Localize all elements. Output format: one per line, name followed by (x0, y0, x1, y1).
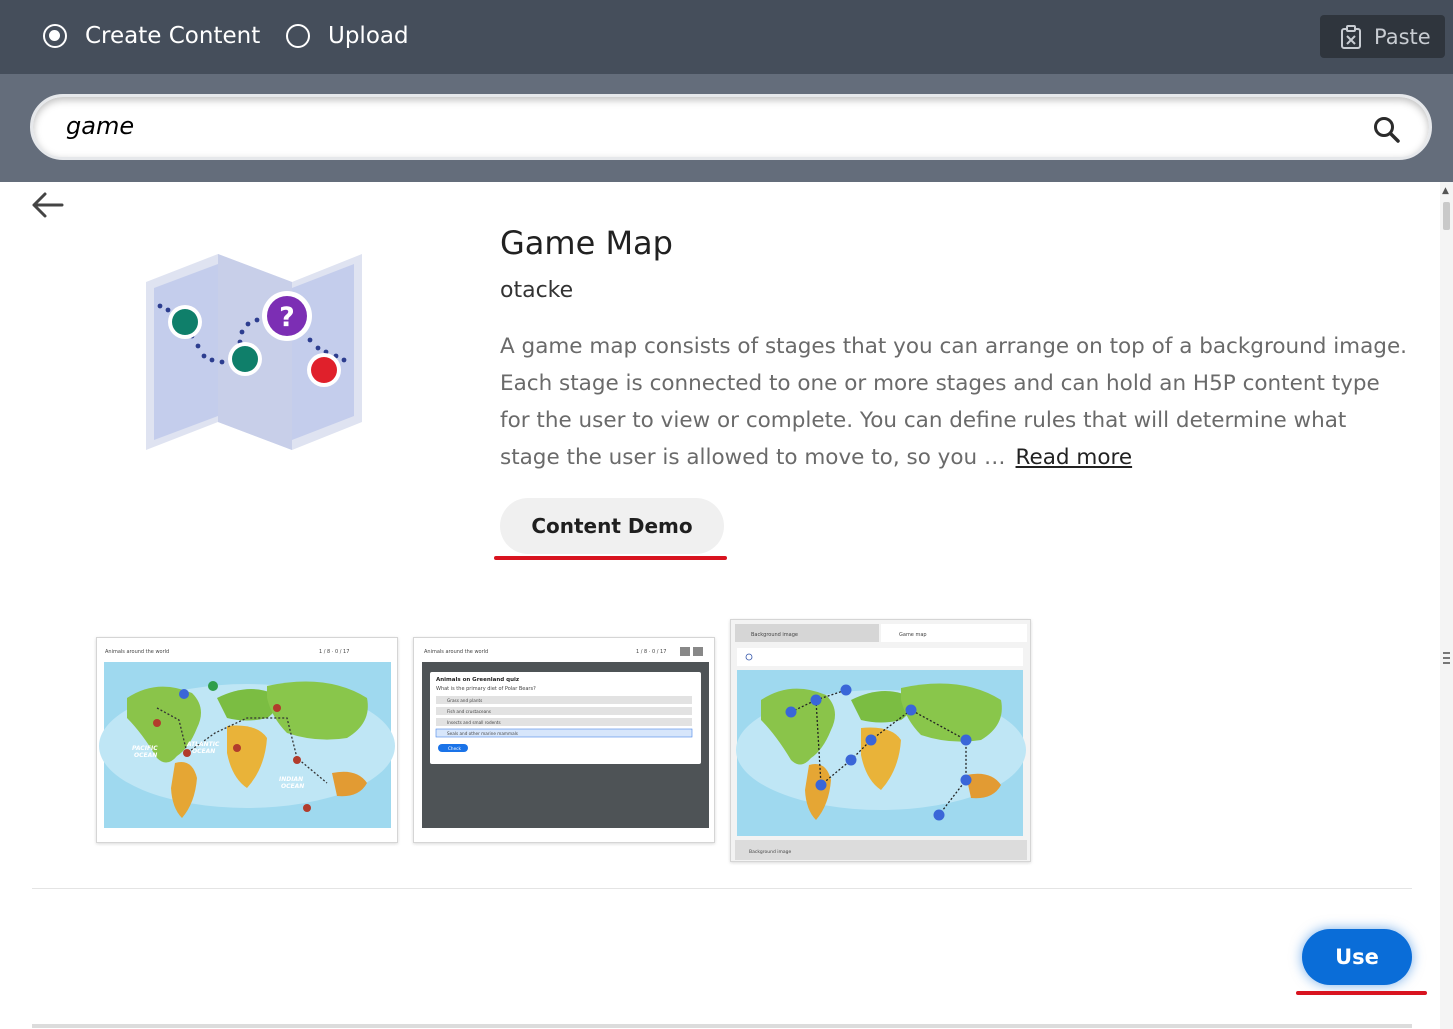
divider (32, 888, 1412, 889)
quiz-title: Animals on Greenland quiz (436, 677, 519, 683)
content-type-description: A game map consists of stages that you c… (500, 328, 1410, 476)
top-bar: Create Content Upload Paste (0, 0, 1453, 74)
content-type-owner: otacke (500, 278, 574, 303)
svg-text:OCEAN: OCEAN (134, 752, 157, 759)
search-value[interactable]: game (66, 112, 134, 140)
editor-step2: Game map (899, 632, 927, 638)
back-arrow-icon[interactable] (30, 190, 64, 220)
annotation-underline-use (1296, 991, 1427, 995)
quiz-option-4: Seals and other marine mammals (447, 731, 518, 736)
quiz-option-3: Insects and small rodents (447, 720, 501, 725)
upload-label: Upload (328, 23, 409, 49)
screenshot-thumbnail-3[interactable]: Background image Game map Background ima… (730, 619, 1031, 862)
shot2-counter: 1 / 8 · 0 / 17 (636, 649, 666, 655)
radio-checked-icon[interactable] (43, 24, 67, 48)
annotation-underline-demo (494, 556, 727, 560)
svg-text:OCEAN: OCEAN (281, 783, 304, 790)
editor-preview-image: Background image Game map Background ima… (731, 620, 1030, 861)
screenshot-thumbnail-2[interactable]: Animals around the world 1 / 8 · 0 / 17 … (413, 637, 715, 843)
clipboard-icon (1341, 24, 1361, 49)
search-input[interactable]: game (30, 94, 1432, 160)
content-type-detail: ? Game Map otacke A game map consists of… (0, 182, 1440, 1029)
svg-text:PACIFIC: PACIFIC (132, 745, 158, 752)
shot2-header-title: Animals around the world (424, 649, 488, 655)
scroll-up-arrow-icon[interactable]: ▲ (1442, 186, 1449, 196)
world-map-preview-image: Animals around the world 1 / 8 · 0 / 17 … (97, 638, 397, 842)
read-more-link[interactable]: Read more (1016, 445, 1133, 470)
quiz-preview-image: Animals around the world 1 / 8 · 0 / 17 … (414, 638, 714, 842)
editor-prev-step: Background image (749, 849, 792, 855)
upload-option[interactable]: Upload (286, 20, 409, 52)
svg-text:OCEAN: OCEAN (192, 748, 215, 755)
game-map-logo-icon: ? (146, 254, 362, 450)
content-type-title: Game Map (500, 224, 673, 262)
paste-button[interactable]: Paste (1320, 15, 1445, 58)
shot1-header-title: Animals around the world (105, 649, 169, 655)
quiz-question: What is the primary diet of Polar Bears? (436, 686, 536, 692)
svg-text:INDIAN: INDIAN (279, 776, 303, 783)
description-text: A game map consists of stages that you c… (500, 334, 1408, 470)
screenshot-thumbnail-1[interactable]: Animals around the world 1 / 8 · 0 / 17 … (96, 637, 398, 843)
quiz-option-2: Fish and crustaceans (447, 709, 491, 714)
paste-label: Paste (1374, 24, 1431, 49)
content-demo-button[interactable]: Content Demo (500, 498, 724, 554)
shot1-counter: 1 / 8 · 0 / 17 (319, 649, 349, 655)
editor-step1: Background image (751, 632, 798, 638)
radio-unchecked-icon[interactable] (286, 24, 310, 48)
scrollbar[interactable]: ▲ (1440, 182, 1453, 1029)
quiz-check-label: Check (448, 746, 461, 751)
create-content-option[interactable]: Create Content (43, 20, 260, 52)
svg-text:?: ? (279, 302, 295, 333)
scrollbar-thumb[interactable] (1443, 202, 1450, 230)
quiz-option-1: Grass and plants (447, 698, 482, 703)
use-button[interactable]: Use (1302, 929, 1412, 985)
svg-text:ATLANTIC: ATLANTIC (186, 741, 220, 748)
search-icon[interactable] (1373, 116, 1401, 144)
create-content-label: Create Content (85, 23, 261, 49)
resize-grip-icon[interactable] (1443, 652, 1450, 664)
search-bar: game (0, 74, 1453, 182)
bottom-border (32, 1024, 1412, 1028)
